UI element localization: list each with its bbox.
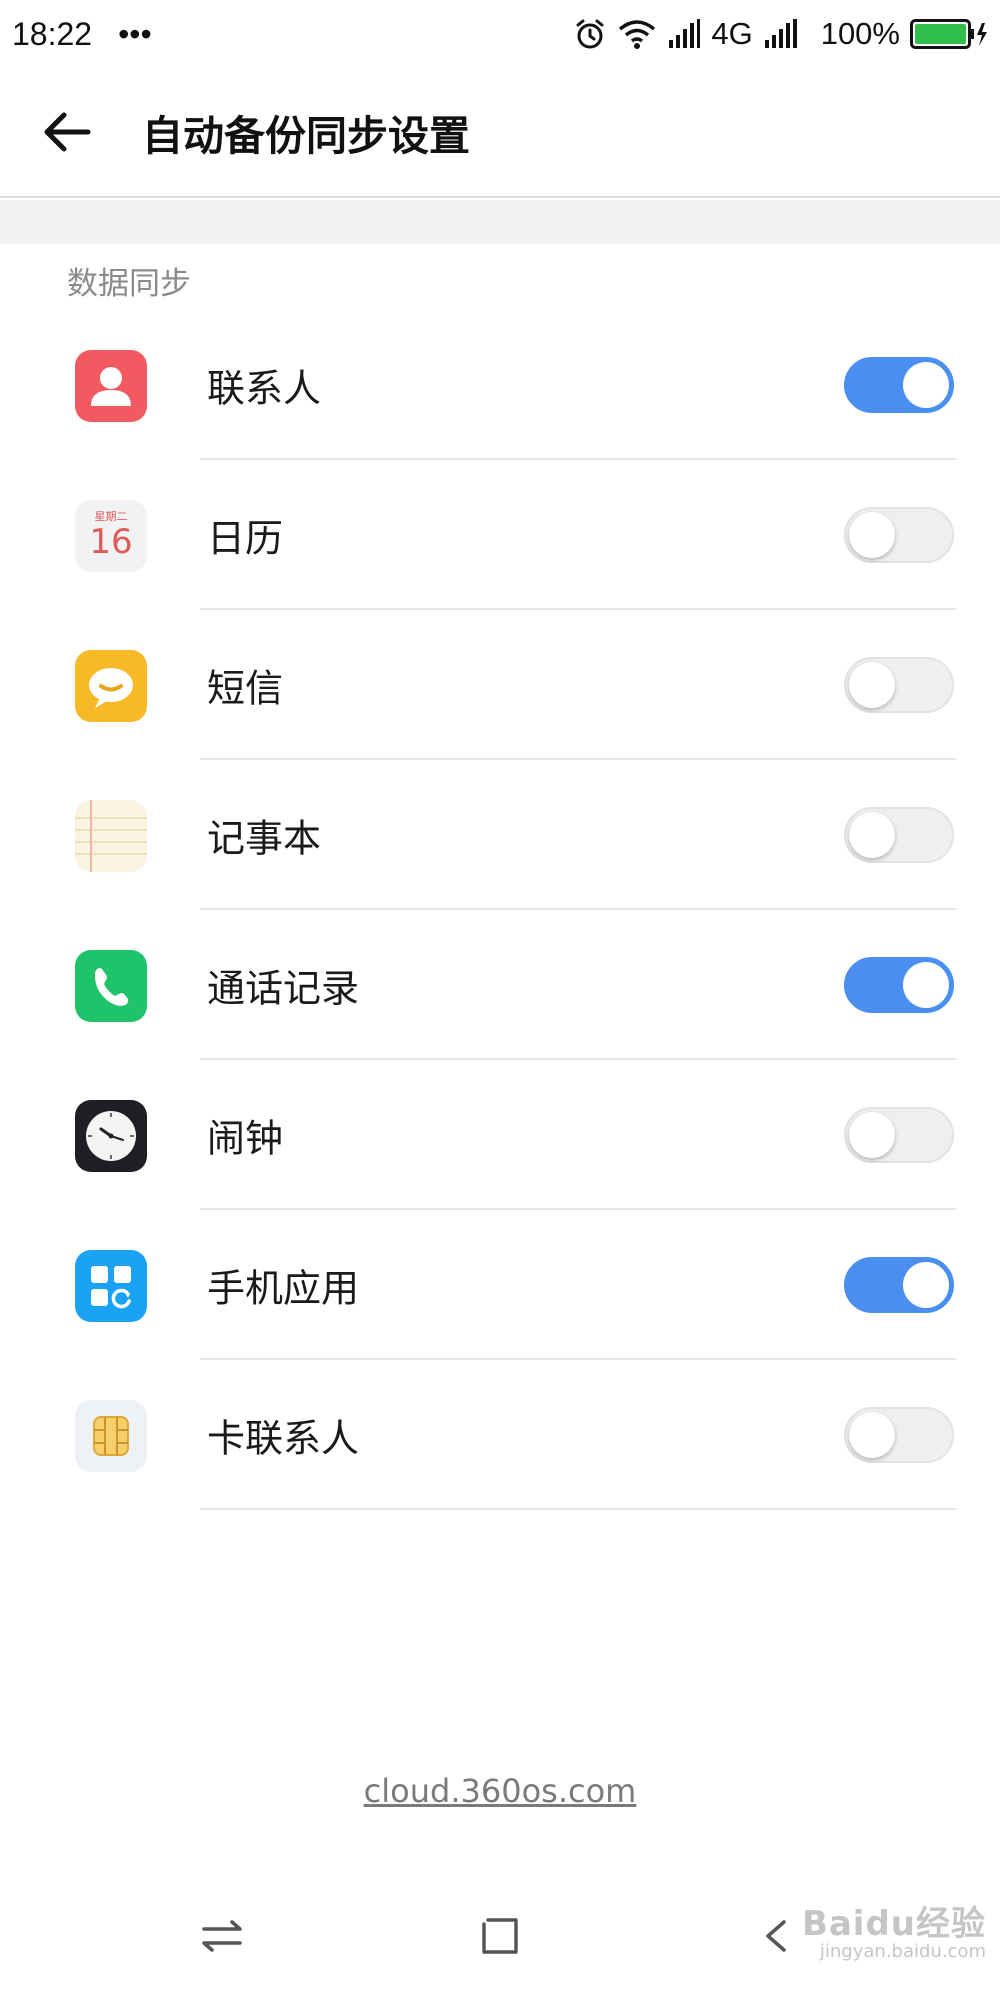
messages-icon bbox=[75, 650, 147, 722]
status-bar: 18:22 ••• 4G 100% bbox=[0, 0, 1000, 68]
watermark-brand: Baidu经验 bbox=[801, 1904, 986, 1944]
contacts-icon bbox=[75, 350, 147, 422]
toggle-knob bbox=[849, 662, 895, 708]
toggle-knob bbox=[903, 1262, 949, 1308]
notepad-icon bbox=[75, 800, 147, 872]
status-more-icon: ••• bbox=[118, 15, 152, 52]
toggle-switch[interactable] bbox=[844, 507, 954, 563]
divider bbox=[200, 1508, 956, 1510]
list-item-sim-contacts[interactable]: 卡联系人 bbox=[0, 1360, 1000, 1510]
phone-icon bbox=[75, 950, 147, 1022]
watermark-url: jingyan.baidu.com bbox=[819, 1941, 986, 1962]
list-item-call-log[interactable]: 通话记录 bbox=[0, 910, 1000, 1060]
list-item-label: 手机应用 bbox=[207, 1266, 360, 1311]
calendar-icon: 星期二 16 bbox=[75, 500, 147, 572]
list-item-label: 短信 bbox=[207, 666, 284, 711]
list-item-alarm[interactable]: 闹钟 bbox=[0, 1060, 1000, 1210]
toggle-knob bbox=[849, 1412, 895, 1458]
section-separator bbox=[0, 200, 1000, 244]
toggle-switch[interactable] bbox=[844, 657, 954, 713]
sync-list: 联系人 星期二 16 日历 短信 记事本 通话记录 闹钟 手机应用 卡联系人 bbox=[0, 310, 1000, 1510]
list-item-label: 闹钟 bbox=[207, 1116, 284, 1161]
home-button[interactable] bbox=[472, 1908, 528, 1964]
list-item-messages[interactable]: 短信 bbox=[0, 610, 1000, 760]
list-item-notepad[interactable]: 记事本 bbox=[0, 760, 1000, 910]
back-nav-button[interactable] bbox=[750, 1908, 806, 1964]
website-link[interactable]: cloud.360os.com bbox=[0, 1772, 1000, 1810]
back-chevron-icon bbox=[766, 1920, 786, 1952]
section-label: 数据同步 bbox=[67, 266, 191, 302]
toggle-knob bbox=[849, 1112, 895, 1158]
signal-icon-2 bbox=[763, 18, 799, 50]
battery-percent: 100% bbox=[820, 16, 900, 51]
toggle-switch[interactable] bbox=[844, 1257, 954, 1313]
apps-icon bbox=[75, 1250, 147, 1322]
toggle-knob bbox=[903, 962, 949, 1008]
app-header: 自动备份同步设置 bbox=[0, 68, 1000, 198]
swap-icon bbox=[202, 1920, 242, 1952]
toggle-knob bbox=[849, 512, 895, 558]
status-time: 18:22 bbox=[12, 15, 93, 52]
switch-app-button[interactable] bbox=[194, 1908, 250, 1964]
watermark: Baidu经验 jingyan.baidu.com bbox=[802, 1896, 986, 1962]
square-icon bbox=[482, 1918, 518, 1954]
toggle-switch[interactable] bbox=[844, 357, 954, 413]
list-item-calendar[interactable]: 星期二 16 日历 bbox=[0, 460, 1000, 610]
list-item-label: 记事本 bbox=[207, 816, 322, 861]
clock-icon bbox=[75, 1100, 147, 1172]
page-title: 自动备份同步设置 bbox=[142, 112, 470, 160]
list-item-label: 卡联系人 bbox=[207, 1416, 360, 1461]
wifi-icon bbox=[617, 18, 657, 50]
status-left: 18:22 ••• bbox=[12, 16, 152, 53]
list-item-label: 日历 bbox=[207, 516, 284, 561]
list-item-label: 联系人 bbox=[207, 366, 322, 411]
sim-card-icon bbox=[75, 1400, 147, 1472]
toggle-switch[interactable] bbox=[844, 1407, 954, 1463]
toggle-knob bbox=[849, 812, 895, 858]
toggle-switch[interactable] bbox=[844, 1107, 954, 1163]
signal-icon bbox=[667, 18, 701, 50]
list-item-contacts[interactable]: 联系人 bbox=[0, 310, 1000, 460]
battery-icon bbox=[910, 19, 988, 49]
network-type: 4G bbox=[711, 16, 753, 51]
back-button[interactable] bbox=[34, 99, 100, 165]
alarm-icon bbox=[573, 17, 607, 51]
toggle-switch[interactable] bbox=[844, 807, 954, 863]
list-item-apps[interactable]: 手机应用 bbox=[0, 1210, 1000, 1360]
list-item-label: 通话记录 bbox=[207, 966, 360, 1011]
toggle-switch[interactable] bbox=[844, 957, 954, 1013]
calendar-day: 16 bbox=[89, 522, 133, 562]
status-right: 4G 100% bbox=[573, 16, 988, 52]
toggle-knob bbox=[903, 362, 949, 408]
arrow-left-icon bbox=[44, 112, 91, 152]
